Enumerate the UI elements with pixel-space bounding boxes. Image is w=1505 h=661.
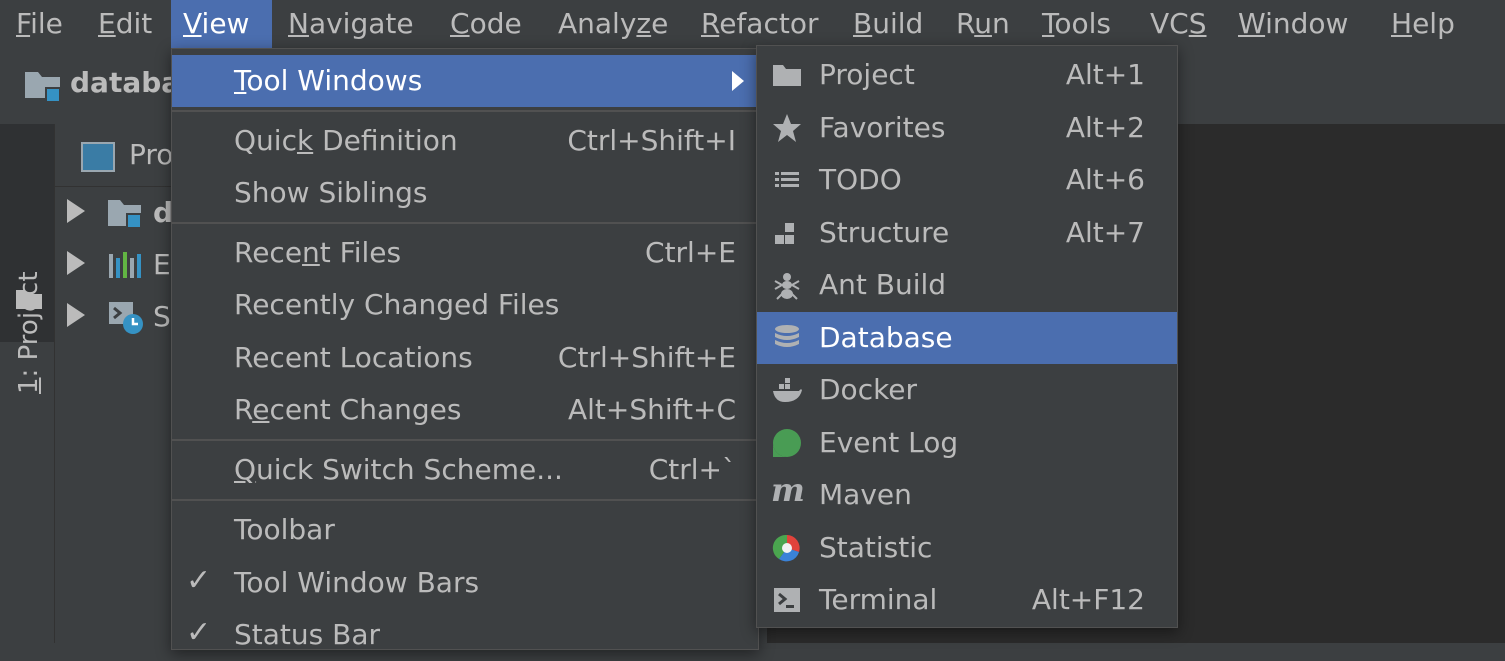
menu-item-todo[interactable]: TODO Alt+6 (757, 154, 1177, 206)
menu-item-recent-locations[interactable]: Recent Locations Ctrl+Shift+E (172, 332, 758, 384)
tool-windows-submenu: Project Alt+1 Favorites Alt+2 TODO Alt+6… (756, 45, 1178, 628)
menu-refactor[interactable]: Refactor (689, 0, 830, 48)
event-log-icon (773, 429, 801, 457)
menu-navigate[interactable]: Navigate (276, 0, 426, 48)
expand-arrow-icon[interactable] (67, 199, 85, 223)
maven-icon: m (771, 471, 805, 509)
shortcut-label: Ctrl+E (645, 236, 736, 269)
terminal-icon (774, 588, 800, 612)
menu-separator (172, 499, 758, 501)
menu-item-statistic[interactable]: Statistic (757, 522, 1177, 574)
checkmark-icon: ✓ (186, 563, 212, 598)
star-icon (773, 114, 801, 142)
project-folder-icon (25, 72, 61, 103)
menu-item-ant-build[interactable]: Ant Build (757, 259, 1177, 311)
menu-item-docker[interactable]: Docker (757, 364, 1177, 416)
docker-icon (773, 378, 802, 402)
menu-tools[interactable]: Tools (1030, 0, 1123, 48)
tool-tab-project[interactable]: 1: Project (0, 124, 54, 394)
menu-vcs[interactable]: VCS (1138, 0, 1219, 48)
tree-row-label: E (153, 248, 171, 281)
menu-build[interactable]: Build (841, 0, 935, 48)
menu-separator (172, 110, 758, 112)
menu-item-database[interactable]: Database (757, 312, 1177, 364)
ant-icon (774, 273, 800, 300)
view-menu-popup: Tool Windows Quick Definition Ctrl+Shift… (171, 48, 759, 651)
menu-item-toolbar[interactable]: Toolbar (172, 504, 758, 556)
shortcut-label: Ctrl+Shift+E (557, 341, 736, 374)
menu-window[interactable]: Window (1226, 0, 1360, 48)
submenu-arrow-icon (732, 71, 744, 91)
project-panel-title[interactable]: Pro (129, 138, 173, 171)
shortcut-label: Ctrl+` (648, 453, 736, 486)
menu-item-tool-windows[interactable]: Tool Windows (172, 55, 758, 107)
menu-item-recent-files[interactable]: Recent Files Ctrl+E (172, 227, 758, 279)
menu-run[interactable]: Run (944, 0, 1022, 48)
menu-code[interactable]: Code (438, 0, 534, 48)
menu-item-recently-changed-files[interactable]: Recently Changed Files (172, 279, 758, 331)
menu-edit[interactable]: Edit (86, 0, 164, 48)
menu-item-event-log[interactable]: Event Log (757, 417, 1177, 469)
expand-arrow-icon[interactable] (67, 251, 85, 275)
shortcut-label: Alt+Shift+C (567, 393, 736, 426)
statistic-icon (772, 534, 800, 562)
external-libraries-icon (109, 252, 141, 278)
checkmark-icon: ✓ (186, 615, 212, 650)
menu-item-show-siblings[interactable]: Show Siblings (172, 167, 758, 219)
left-tool-stripe: 1: Project (0, 124, 55, 643)
menu-item-project[interactable]: Project Alt+1 (757, 49, 1177, 101)
menu-separator (172, 222, 758, 224)
list-icon (775, 172, 799, 187)
menu-item-recent-changes[interactable]: Recent Changes Alt+Shift+C (172, 384, 758, 436)
project-view-icon (81, 142, 115, 172)
menu-item-structure[interactable]: Structure Alt+7 (757, 207, 1177, 259)
menu-item-quick-definition[interactable]: Quick Definition Ctrl+Shift+I (172, 115, 758, 167)
menu-file[interactable]: File (4, 0, 75, 48)
menu-analyze[interactable]: Analyze (546, 0, 680, 48)
menu-item-tool-window-bars[interactable]: ✓ Tool Window Bars (172, 557, 758, 609)
menu-item-terminal[interactable]: Terminal Alt+F12 (757, 574, 1177, 626)
menu-item-maven[interactable]: m Maven (757, 469, 1177, 521)
folder-icon (16, 290, 42, 309)
menu-item-favorites[interactable]: Favorites Alt+2 (757, 102, 1177, 154)
project-folder-icon (108, 200, 142, 229)
menu-view[interactable]: View (171, 0, 272, 48)
database-icon (775, 325, 799, 347)
menu-bar: File Edit View Navigate Code Analyze Ref… (0, 0, 1505, 48)
menu-item-status-bar[interactable]: ✓ Status Bar (172, 609, 758, 661)
shortcut-label: Ctrl+Shift+I (567, 124, 736, 157)
folder-icon (773, 65, 801, 86)
menu-separator (172, 439, 758, 441)
menu-item-quick-switch-scheme[interactable]: Quick Switch Scheme... Ctrl+` (172, 444, 758, 496)
breadcrumb-project[interactable]: databa (70, 66, 180, 99)
tree-row-label: S (153, 300, 171, 333)
expand-arrow-icon[interactable] (67, 303, 85, 327)
menu-help[interactable]: Help (1379, 0, 1467, 48)
scratches-icon (109, 302, 143, 334)
structure-icon (775, 223, 794, 244)
